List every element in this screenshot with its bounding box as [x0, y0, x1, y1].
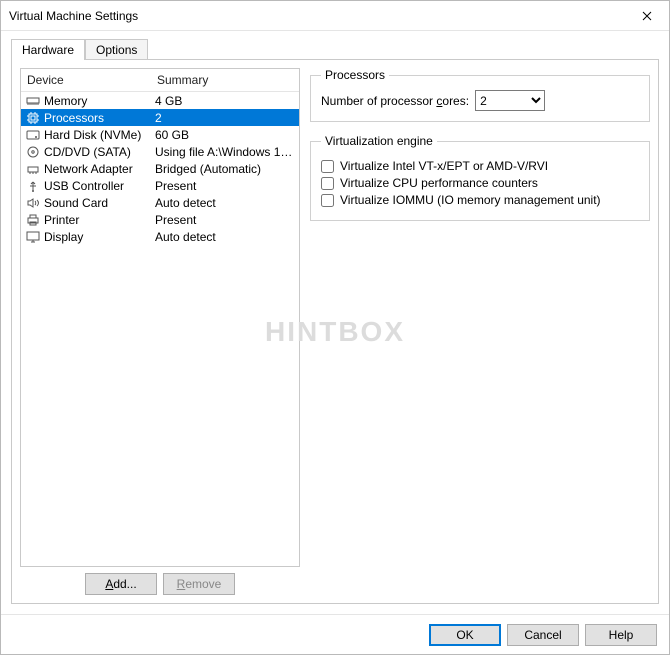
- device-row[interactable]: USB ControllerPresent: [21, 177, 299, 194]
- titlebar: Virtual Machine Settings: [1, 1, 669, 31]
- device-summary: Present: [155, 179, 297, 193]
- device-name: Sound Card: [44, 196, 155, 210]
- device-summary: 4 GB: [155, 94, 297, 108]
- disk-icon: [25, 128, 41, 142]
- device-row[interactable]: Sound CardAuto detect: [21, 194, 299, 211]
- device-row[interactable]: Hard Disk (NVMe)60 GB: [21, 126, 299, 143]
- sound-icon: [25, 196, 41, 210]
- tab-options[interactable]: Options: [85, 39, 148, 60]
- memory-icon: [25, 94, 41, 108]
- tab-page-hardware: HINTBOX Device Summary Memory4 GBProcess…: [11, 59, 659, 604]
- close-button[interactable]: [624, 1, 669, 30]
- device-row[interactable]: PrinterPresent: [21, 211, 299, 228]
- processors-legend: Processors: [321, 68, 389, 82]
- virtualization-group: Virtualization engine Virtualize Intel V…: [310, 134, 650, 221]
- device-summary: Auto detect: [155, 230, 297, 244]
- ok-button[interactable]: OK: [429, 624, 501, 646]
- perfcounters-label: Virtualize CPU performance counters: [340, 176, 538, 190]
- iommu-checkbox[interactable]: [321, 194, 334, 207]
- device-row[interactable]: CD/DVD (SATA)Using file A:\Windows 10\…: [21, 143, 299, 160]
- device-list[interactable]: Device Summary Memory4 GBProcessors2Hard…: [20, 68, 300, 567]
- device-summary: Bridged (Automatic): [155, 162, 297, 176]
- device-row[interactable]: DisplayAuto detect: [21, 228, 299, 245]
- vtx-label: Virtualize Intel VT-x/EPT or AMD-V/RVI: [340, 159, 548, 173]
- device-name: USB Controller: [44, 179, 155, 193]
- device-row[interactable]: Network AdapterBridged (Automatic): [21, 160, 299, 177]
- device-name: CD/DVD (SATA): [44, 145, 155, 159]
- printer-icon: [25, 213, 41, 227]
- display-icon: [25, 230, 41, 244]
- device-name: Network Adapter: [44, 162, 155, 176]
- virtualization-legend: Virtualization engine: [321, 134, 437, 148]
- cores-label: Number of processor cores:: [321, 94, 469, 108]
- window-title: Virtual Machine Settings: [9, 9, 138, 23]
- close-icon: [642, 11, 652, 21]
- device-summary: Present: [155, 213, 297, 227]
- processors-group: Processors Number of processor cores: 2: [310, 68, 650, 122]
- disc-icon: [25, 145, 41, 159]
- device-summary: 2: [155, 111, 297, 125]
- device-name: Memory: [44, 94, 155, 108]
- cancel-button[interactable]: Cancel: [507, 624, 579, 646]
- device-name: Printer: [44, 213, 155, 227]
- cpu-icon: [25, 111, 41, 125]
- device-name: Display: [44, 230, 155, 244]
- device-name: Hard Disk (NVMe): [44, 128, 155, 142]
- cores-select[interactable]: 2: [475, 90, 545, 111]
- device-list-header: Device Summary: [21, 69, 299, 92]
- help-button[interactable]: Help: [585, 624, 657, 646]
- usb-icon: [25, 179, 41, 193]
- net-icon: [25, 162, 41, 176]
- col-header-summary: Summary: [157, 73, 293, 87]
- device-summary: Auto detect: [155, 196, 297, 210]
- dialog-footer: OK Cancel Help: [1, 614, 669, 654]
- device-summary: 60 GB: [155, 128, 297, 142]
- add-button[interactable]: Add...: [85, 573, 157, 595]
- tabs-bar: Hardware Options: [11, 37, 659, 59]
- perfcounters-checkbox[interactable]: [321, 177, 334, 190]
- device-row[interactable]: Memory4 GB: [21, 92, 299, 109]
- device-name: Processors: [44, 111, 155, 125]
- remove-button[interactable]: Remove: [163, 573, 235, 595]
- col-header-device: Device: [27, 73, 157, 87]
- device-summary: Using file A:\Windows 10\…: [155, 145, 297, 159]
- device-row[interactable]: Processors2: [21, 109, 299, 126]
- iommu-label: Virtualize IOMMU (IO memory management u…: [340, 193, 601, 207]
- tab-hardware[interactable]: Hardware: [11, 39, 85, 60]
- vtx-checkbox[interactable]: [321, 160, 334, 173]
